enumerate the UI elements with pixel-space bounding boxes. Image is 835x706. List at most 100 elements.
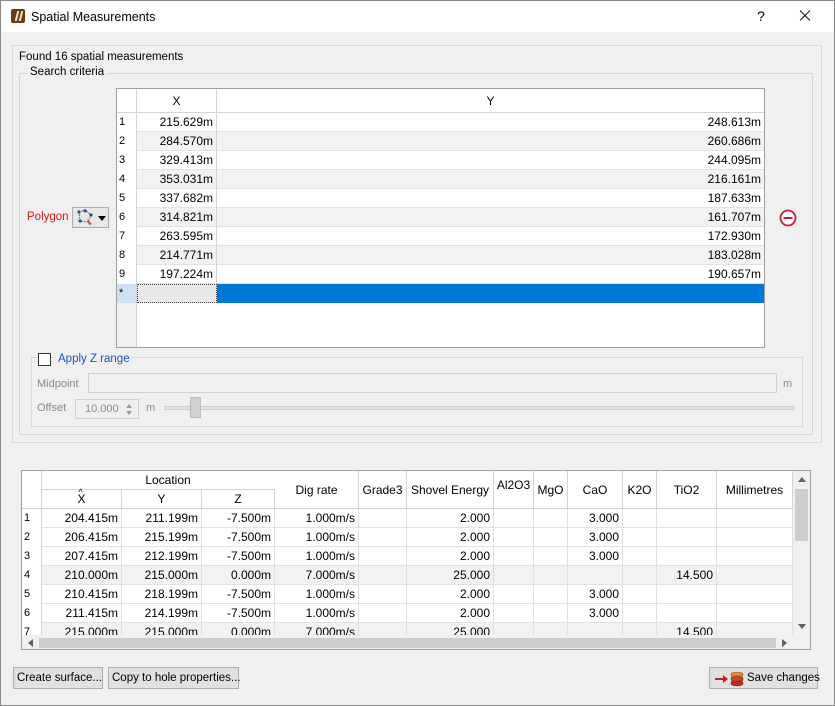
cell-y[interactable]: 183.028m: [217, 246, 764, 265]
cell-al2o3[interactable]: [494, 509, 534, 528]
cell-cao[interactable]: [568, 566, 623, 585]
cell-tio2[interactable]: [657, 509, 717, 528]
cell-al2o3[interactable]: [494, 547, 534, 566]
cell-z[interactable]: -7.500m: [202, 528, 275, 547]
cell-grade3[interactable]: [359, 604, 407, 623]
cell-y[interactable]: 216.161m: [217, 170, 764, 189]
column-header-y[interactable]: Y: [217, 89, 764, 113]
results-corner[interactable]: [22, 471, 42, 509]
offset-spinbox[interactable]: 10.000: [75, 399, 139, 419]
cell-y[interactable]: 161.707m: [217, 208, 764, 227]
cell-cao[interactable]: 3.000: [568, 509, 623, 528]
cell-grade3[interactable]: [359, 547, 407, 566]
cell-millimetres[interactable]: [717, 528, 793, 547]
cell-z[interactable]: 0.000m: [202, 566, 275, 585]
column-header-k2o[interactable]: K2O: [623, 471, 657, 509]
row-number[interactable]: 6: [22, 604, 42, 623]
spin-up-icon[interactable]: [126, 404, 132, 408]
table-row[interactable]: 9 197.224m 190.657m: [117, 265, 764, 284]
scroll-left-icon[interactable]: [28, 639, 33, 647]
row-number[interactable]: 1: [117, 113, 137, 132]
row-number[interactable]: 5: [22, 585, 42, 604]
cell-x[interactable]: 197.224m: [137, 265, 217, 284]
row-number[interactable]: 8: [117, 246, 137, 265]
cell-x[interactable]: 337.682m: [137, 189, 217, 208]
table-row[interactable]: 5 210.415m 218.199m -7.500m 1.000m/s 2.0…: [22, 585, 793, 604]
table-row[interactable]: 1 204.415m 211.199m -7.500m 1.000m/s 2.0…: [22, 509, 793, 528]
cell-mgo[interactable]: [534, 509, 568, 528]
column-header-z[interactable]: Z: [202, 490, 275, 509]
cell-al2o3[interactable]: [494, 566, 534, 585]
cell-k2o[interactable]: [623, 585, 657, 604]
column-header-al2o3[interactable]: Al2O3: [494, 471, 534, 509]
table-row[interactable]: 3 207.415m 212.199m -7.500m 1.000m/s 2.0…: [22, 547, 793, 566]
column-header-x[interactable]: X: [137, 89, 217, 113]
table-row[interactable]: 7 263.595m 172.930m: [117, 227, 764, 246]
row-number[interactable]: 4: [117, 170, 137, 189]
scroll-down-icon[interactable]: [798, 624, 806, 629]
cell-tio2[interactable]: [657, 528, 717, 547]
cell-mgo[interactable]: [534, 528, 568, 547]
cell-k2o[interactable]: [623, 566, 657, 585]
cell-y[interactable]: 187.633m: [217, 189, 764, 208]
polygon-coordinates-grid[interactable]: X Y 1 215.629m 248.613m 2 284.570m 260.6…: [116, 88, 765, 348]
cell-al2o3[interactable]: [494, 528, 534, 547]
table-row[interactable]: 2 206.415m 215.199m -7.500m 1.000m/s 2.0…: [22, 528, 793, 547]
vertical-scrollbar[interactable]: [793, 471, 810, 635]
cell-x[interactable]: 211.415m: [42, 604, 122, 623]
cell-dig-rate[interactable]: 1.000m/s: [275, 528, 359, 547]
cell-grade3[interactable]: [359, 528, 407, 547]
cell-shovel-energy[interactable]: 2.000: [407, 528, 494, 547]
cell-cao[interactable]: 3.000: [568, 604, 623, 623]
cell-y[interactable]: 190.657m: [217, 265, 764, 284]
cell-k2o[interactable]: [623, 528, 657, 547]
cell-millimetres[interactable]: [717, 604, 793, 623]
copy-to-hole-properties-button[interactable]: Copy to hole properties...: [108, 667, 241, 689]
row-number[interactable]: 5: [117, 189, 137, 208]
cell-dig-rate[interactable]: 1.000m/s: [275, 604, 359, 623]
cell-x[interactable]: 329.413m: [137, 151, 217, 170]
table-row[interactable]: 4 210.000m 215.000m 0.000m 7.000m/s 25.0…: [22, 566, 793, 585]
remove-circle-icon[interactable]: [778, 208, 798, 228]
cell-grade3[interactable]: [359, 509, 407, 528]
table-row[interactable]: 2 284.570m 260.686m: [117, 132, 764, 151]
cell-shovel-energy[interactable]: 25.000: [407, 566, 494, 585]
row-number[interactable]: 3: [117, 151, 137, 170]
cell-y[interactable]: 260.686m: [217, 132, 764, 151]
row-number[interactable]: 6: [117, 208, 137, 227]
row-number[interactable]: 2: [117, 132, 137, 151]
cell-mgo[interactable]: [534, 566, 568, 585]
table-row[interactable]: 4 353.031m 216.161m: [117, 170, 764, 189]
cell-y[interactable]: 214.199m: [122, 604, 202, 623]
cell-x[interactable]: 214.771m: [137, 246, 217, 265]
apply-z-range-label[interactable]: Apply Z range: [56, 353, 132, 365]
cell-millimetres[interactable]: [717, 585, 793, 604]
cell-tio2[interactable]: [657, 585, 717, 604]
row-number[interactable]: 1: [22, 509, 42, 528]
cell-tio2[interactable]: 14.500: [657, 566, 717, 585]
offset-slider-handle[interactable]: [190, 397, 201, 418]
cell-k2o[interactable]: [623, 547, 657, 566]
cell-cao[interactable]: 3.000: [568, 547, 623, 566]
cell-cao[interactable]: 3.000: [568, 585, 623, 604]
cell-mgo[interactable]: [534, 585, 568, 604]
new-row[interactable]: *: [117, 284, 764, 303]
cell-x[interactable]: 210.415m: [42, 585, 122, 604]
row-number[interactable]: 7: [117, 227, 137, 246]
cell-y[interactable]: 215.199m: [122, 528, 202, 547]
cell-millimetres[interactable]: [717, 547, 793, 566]
cell-k2o[interactable]: [623, 604, 657, 623]
cell-al2o3[interactable]: [494, 604, 534, 623]
column-header-mgo[interactable]: MgO: [534, 471, 568, 509]
cell-z[interactable]: -7.500m: [202, 585, 275, 604]
column-header-shovel-energy[interactable]: Shovel Energy: [407, 471, 494, 509]
cell-dig-rate[interactable]: 1.000m/s: [275, 585, 359, 604]
cell-tio2[interactable]: [657, 547, 717, 566]
row-number[interactable]: 3: [22, 547, 42, 566]
scroll-up-icon[interactable]: [798, 477, 806, 482]
table-row[interactable]: 8 214.771m 183.028m: [117, 246, 764, 265]
column-header-grade3[interactable]: Grade3: [359, 471, 407, 509]
cell-mgo[interactable]: [534, 547, 568, 566]
cell-y[interactable]: 172.930m: [217, 227, 764, 246]
cell-dig-rate[interactable]: 1.000m/s: [275, 509, 359, 528]
